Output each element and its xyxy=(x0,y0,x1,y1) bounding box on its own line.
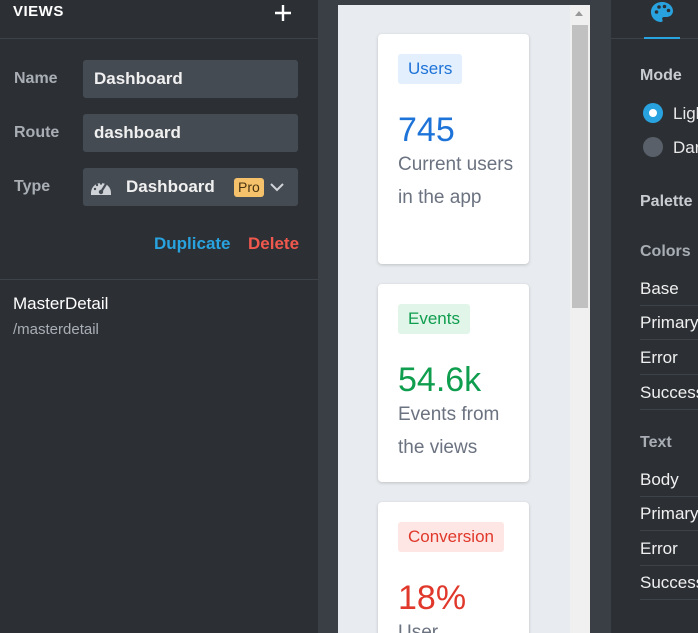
card-badge: Users xyxy=(398,54,463,84)
stat-card-events: Events 54.6k Events from the views xyxy=(378,284,529,482)
type-label: Type xyxy=(14,178,51,195)
route-label: Route xyxy=(14,124,60,141)
route-input[interactable]: dashboard xyxy=(83,114,298,152)
card-description: Current users in the app xyxy=(398,154,514,208)
radio-light[interactable] xyxy=(643,103,663,123)
color-item-error[interactable]: Error xyxy=(640,341,698,375)
card-description: User xyxy=(398,622,439,633)
scroll-thumb[interactable] xyxy=(572,25,588,308)
name-input[interactable]: Dashboard xyxy=(83,60,298,98)
palette-heading: Palette xyxy=(640,193,693,210)
text-item-label: Error xyxy=(640,539,678,558)
view-item-name: MasterDetail xyxy=(13,294,109,313)
dashboard-preview[interactable]: Users 745 Current users in the app Event… xyxy=(338,5,590,633)
color-item-success[interactable]: Success xyxy=(640,376,698,410)
add-view-button[interactable] xyxy=(270,0,296,26)
text-item-label: Primary xyxy=(640,504,698,523)
divider xyxy=(0,279,318,280)
card-description: Events from the views xyxy=(398,404,500,458)
dashboard-gauge-icon xyxy=(91,182,111,195)
text-item-primary[interactable]: Primary xyxy=(640,497,698,531)
card-badge: Conversion xyxy=(398,522,504,552)
duplicate-button[interactable]: Duplicate xyxy=(154,234,231,254)
text-item-label: Body xyxy=(640,470,679,489)
name-row: Name Dashboard xyxy=(0,60,318,98)
color-item-label: Success xyxy=(640,383,698,402)
scroll-up-arrow-icon[interactable] xyxy=(575,11,583,16)
card-value: 745 xyxy=(398,111,455,149)
views-panel: VIEWS Name Dashboard Route dashboard Typ… xyxy=(0,0,318,633)
color-item-primary[interactable]: Primary xyxy=(640,306,698,340)
type-value: Dashboard xyxy=(126,177,215,196)
card-badge: Events xyxy=(398,304,470,334)
colors-heading: Colors xyxy=(640,243,691,260)
radio-dark[interactable] xyxy=(643,137,663,157)
type-select[interactable]: Dashboard Pro xyxy=(83,168,298,206)
text-item-label: Success xyxy=(640,573,698,592)
color-item-label: Error xyxy=(640,348,678,367)
mode-heading: Mode xyxy=(640,67,682,84)
color-item-label: Base xyxy=(640,279,679,298)
preview-scrollbar[interactable] xyxy=(570,5,590,633)
list-item[interactable]: MasterDetail /masterdetail xyxy=(0,288,318,346)
chevron-down-icon xyxy=(270,183,284,192)
theme-panel: Mode Light Dark Palette Colors Base Prim… xyxy=(611,0,698,633)
route-row: Route dashboard xyxy=(0,114,318,152)
text-heading: Text xyxy=(640,434,672,451)
text-item-error[interactable]: Error xyxy=(640,532,698,566)
card-value: 54.6k xyxy=(398,361,482,399)
color-item-base[interactable]: Base xyxy=(640,272,698,306)
plus-icon xyxy=(275,5,291,21)
text-item-body[interactable]: Body xyxy=(640,463,698,497)
radio-light-label[interactable]: Light xyxy=(673,104,698,124)
stat-card-users: Users 745 Current users in the app xyxy=(378,34,529,264)
route-value: dashboard xyxy=(94,123,181,142)
delete-button[interactable]: Delete xyxy=(248,234,299,254)
text-item-success[interactable]: Success xyxy=(640,566,698,600)
card-value: 18% xyxy=(398,579,467,617)
view-item-route: /masterdetail xyxy=(13,321,99,338)
pro-badge: Pro xyxy=(234,178,264,197)
views-header: VIEWS xyxy=(0,0,318,39)
palette-icon xyxy=(651,2,673,22)
stat-card-conversion: Conversion 18% User xyxy=(378,502,529,633)
radio-dark-label[interactable]: Dark xyxy=(673,138,698,158)
views-title: VIEWS xyxy=(13,3,64,20)
name-label: Name xyxy=(14,70,58,87)
name-value: Dashboard xyxy=(94,69,183,88)
type-row: Type Dashboard Pro xyxy=(0,168,318,206)
color-item-label: Primary xyxy=(640,313,698,332)
tab-palette[interactable] xyxy=(644,0,680,39)
theme-header xyxy=(611,0,698,39)
